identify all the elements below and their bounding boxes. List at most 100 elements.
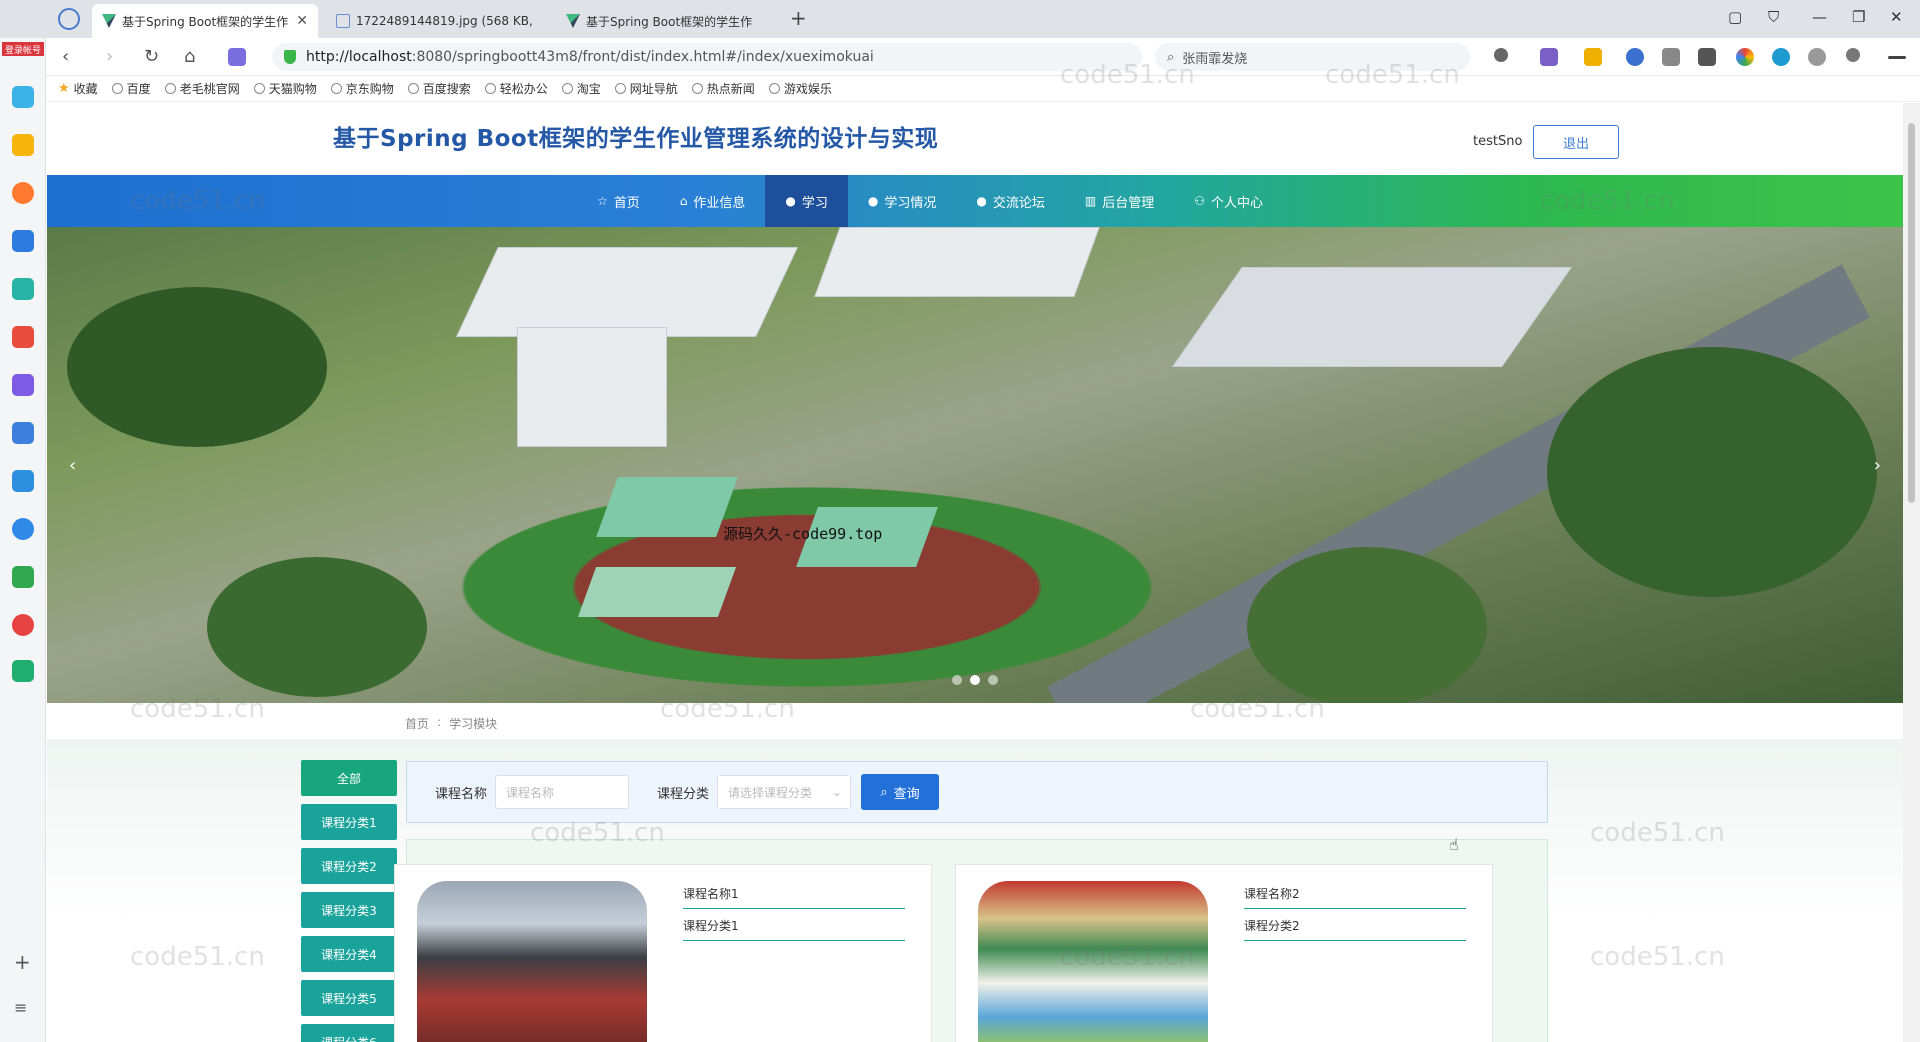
scrollbar-thumb[interactable] <box>1908 123 1915 503</box>
logout-button[interactable]: 退出 <box>1533 125 1619 159</box>
minimize-icon[interactable]: — <box>1812 8 1827 26</box>
nav-item-home[interactable]: ☆ 首页 <box>577 175 660 227</box>
info-icon: ● <box>976 194 987 208</box>
brightness-icon[interactable] <box>1808 48 1826 66</box>
carousel-dot[interactable] <box>952 675 962 685</box>
carousel-next-icon[interactable]: › <box>1874 455 1881 476</box>
carousel-dot[interactable] <box>988 675 998 685</box>
bookmark-item[interactable]: 游戏娱乐 <box>768 80 832 97</box>
pdf-icon[interactable] <box>12 326 34 348</box>
site-icon <box>253 83 265 94</box>
nav-item-admin[interactable]: ▥ 后台管理 <box>1065 175 1174 227</box>
home-icon[interactable]: ⌂ <box>184 46 195 67</box>
back-icon[interactable]: ‹ <box>62 46 69 67</box>
course-card[interactable]: 课程名称2 课程分类2 <box>955 864 1493 1042</box>
course-name-input[interactable]: 课程名称 <box>495 775 630 809</box>
chrome-icon[interactable] <box>1736 48 1754 66</box>
video-icon[interactable] <box>12 374 34 396</box>
browser-search-field[interactable]: ⌕ 张雨霏发烧 <box>1155 43 1470 71</box>
url-path: :8080/springboott43m8/front/dist/index.h… <box>411 49 874 65</box>
category-button[interactable]: 课程分类6 <box>301 1024 397 1042</box>
bookmark-item[interactable]: 淘宝 <box>561 80 601 97</box>
url-field[interactable]: http://localhost :8080/springboott43m8/f… <box>272 43 1142 71</box>
browser-logo-icon <box>58 8 80 30</box>
carousel-prev-icon[interactable]: ‹ <box>69 455 76 476</box>
category-button[interactable]: 课程分类5 <box>301 980 397 1016</box>
ai-tool-icon[interactable] <box>12 230 34 252</box>
maximize-icon[interactable]: ❐ <box>1852 8 1865 26</box>
category-all-button[interactable]: 全部 <box>301 760 397 796</box>
window-close-icon[interactable]: ✕ <box>1890 8 1903 26</box>
court-shape <box>596 477 738 537</box>
ai-assistant-icon[interactable] <box>12 182 34 204</box>
login-badge[interactable]: 登录帐号 <box>2 42 44 56</box>
undo-icon[interactable] <box>1846 48 1860 62</box>
course-category-select[interactable]: 请选择课程分类 ⌄ <box>717 775 852 809</box>
category-button[interactable]: 课程分类3 <box>301 892 397 928</box>
scissors-icon[interactable] <box>1494 48 1508 62</box>
query-button[interactable]: ⌕ 查询 <box>861 774 940 810</box>
ai-icon[interactable] <box>228 48 246 66</box>
document-icon[interactable] <box>12 422 34 444</box>
search-icon: ⌕ <box>880 784 888 800</box>
window-counter-icon[interactable]: ▢ <box>1728 8 1742 26</box>
address-bar: ‹ › ↻ ⌂ http://localhost :8080/springboo… <box>0 38 1920 76</box>
weibo-icon[interactable] <box>12 614 34 636</box>
site-icon <box>330 83 342 94</box>
menu-icon[interactable] <box>1888 56 1906 59</box>
translate-icon[interactable] <box>1540 48 1558 66</box>
bookmark-item[interactable]: 百度搜索 <box>407 80 471 97</box>
bookmark-item[interactable]: 网址导航 <box>614 80 678 97</box>
excel-icon[interactable] <box>12 566 34 588</box>
page-scrollbar[interactable] <box>1903 103 1920 1042</box>
home-icon: ⌂ <box>679 194 688 208</box>
bookmark-item[interactable]: 轻松办公 <box>484 80 548 97</box>
new-tab-icon[interactable]: + <box>790 6 807 30</box>
bookmark-item[interactable]: 老毛桃官网 <box>164 80 240 97</box>
tab-other[interactable]: 基于Spring Boot框架的学生作 <box>556 4 778 38</box>
grid-icon[interactable] <box>1698 48 1716 66</box>
category-button[interactable]: 课程分类1 <box>301 804 397 840</box>
image-tool-icon[interactable] <box>12 278 34 300</box>
user-icon: ⚇ <box>1194 194 1206 208</box>
nav-item-profile[interactable]: ⚇ 个人中心 <box>1174 175 1283 227</box>
nav-item-forum[interactable]: ● 交流论坛 <box>956 175 1065 227</box>
plus-icon[interactable]: + <box>14 950 31 974</box>
building-shape <box>517 327 667 447</box>
bookmark-item[interactable]: 热点新闻 <box>691 80 755 97</box>
pin-icon[interactable]: ⛉ <box>1768 8 1779 26</box>
edge-icon[interactable] <box>1772 48 1790 66</box>
category-button[interactable]: 课程分类2 <box>301 848 397 884</box>
shield-ext-icon[interactable] <box>1584 48 1602 66</box>
bookmark-item[interactable]: 百度 <box>111 80 151 97</box>
close-icon[interactable]: ✕ <box>296 13 308 29</box>
select-placeholder: 请选择课程分类 <box>728 785 813 800</box>
bookmark-item[interactable]: ★ 收藏 <box>58 80 98 97</box>
search-ext-icon[interactable] <box>1626 48 1644 66</box>
nav-item-homework[interactable]: ⌂ 作业信息 <box>660 175 766 227</box>
carousel-dot-active[interactable] <box>970 675 980 685</box>
category-button[interactable]: 课程分类4 <box>301 936 397 972</box>
tab-active[interactable]: 基于Spring Boot框架的学生作 ✕ <box>92 4 318 38</box>
doc-convert-icon[interactable] <box>12 470 34 492</box>
add-icon[interactable] <box>12 86 34 108</box>
tab-image[interactable]: 1722489144819.jpg (568 KB, <box>326 4 548 38</box>
puzzle-icon[interactable] <box>1662 48 1680 66</box>
forward-icon[interactable]: › <box>106 46 113 67</box>
nav-item-study-status[interactable]: ● 学习情况 <box>848 175 957 227</box>
hand-cursor-icon: ☝ <box>1449 835 1459 854</box>
breadcrumb-separator: : <box>437 715 442 729</box>
banner-carousel[interactable]: 源码久久-code99.top ‹ › <box>47 227 1903 703</box>
tab-title: 1722489144819.jpg (568 KB, <box>356 14 533 28</box>
list-icon[interactable]: ≡ <box>14 998 27 1017</box>
bookmark-item[interactable]: 京东购物 <box>330 80 394 97</box>
translate-side-icon[interactable] <box>12 518 34 540</box>
vue-icon <box>102 14 116 28</box>
bookmark-item[interactable]: 天猫购物 <box>253 80 317 97</box>
course-card[interactable]: 课程名称1 课程分类1 <box>394 864 932 1042</box>
reload-icon[interactable]: ↻ <box>144 46 159 67</box>
favorites-icon[interactable] <box>12 134 34 156</box>
breadcrumb-home[interactable]: 首页 <box>405 715 429 732</box>
mail-icon[interactable] <box>12 660 34 682</box>
nav-item-study[interactable]: ● 学习 <box>765 175 848 227</box>
